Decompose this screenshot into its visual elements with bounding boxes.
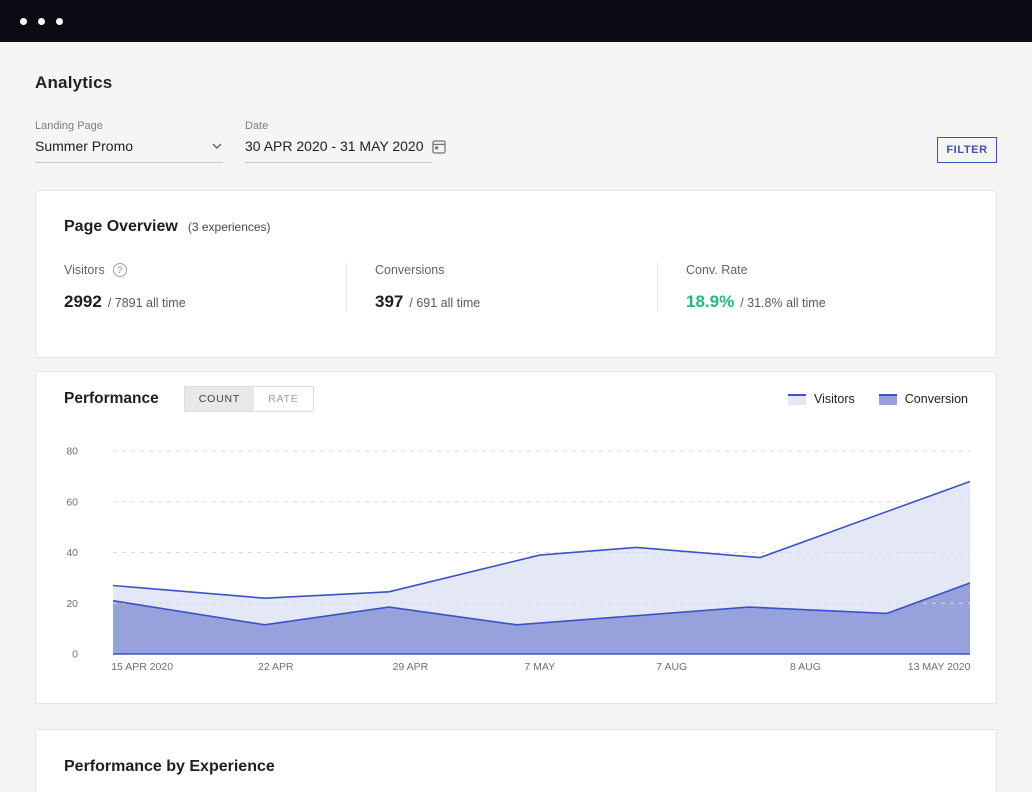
- metric-conversions-label: Conversions: [375, 263, 444, 277]
- legend-item-conversion[interactable]: Conversion: [879, 392, 968, 406]
- performance-by-experience-card: Performance by Experience: [35, 729, 997, 792]
- metric-conv-rate: Conv. Rate 18.9% / 31.8% all time: [657, 263, 968, 312]
- metric-visitors-alltime: / 7891 all time: [108, 296, 186, 310]
- performance-chart-area: 0 20 40 60 80 15 APR 2020 22 APR 29 APR 7 MAY 7 A…: [64, 438, 968, 678]
- svg-text:22 APR: 22 APR: [258, 661, 294, 673]
- svg-text:0: 0: [72, 649, 78, 661]
- count-rate-toggle: COUNT RATE: [184, 386, 314, 412]
- filter-bar: Landing Page Summer Promo Date 30 APR 20…: [35, 120, 997, 163]
- performance-header: Performance COUNT RATE Visitors Conversi…: [64, 386, 968, 412]
- performance-chart: 0 20 40 60 80 15 APR 2020 22 APR 29 APR 7 MAY 7 A…: [64, 438, 971, 678]
- date-range-input[interactable]: 30 APR 2020 - 31 MAY 2020: [245, 138, 432, 163]
- landing-page-field: Landing Page Summer Promo: [35, 120, 223, 163]
- metric-conv-rate-value: 18.9%: [686, 292, 734, 312]
- metric-conversions-alltime: / 691 all time: [409, 296, 480, 310]
- landing-page-label: Landing Page: [35, 120, 223, 132]
- legend-visitors-label: Visitors: [814, 392, 855, 406]
- landing-page-value: Summer Promo: [35, 138, 133, 154]
- svg-text:13 MAY 2020: 13 MAY 2020: [908, 661, 971, 673]
- legend-item-visitors[interactable]: Visitors: [788, 392, 855, 406]
- visitors-swatch-icon: [788, 394, 806, 405]
- experiences-count: (3 experiences): [188, 220, 271, 234]
- metric-visitors: Visitors ? 2992 / 7891 all time: [64, 263, 346, 312]
- date-label: Date: [245, 120, 432, 132]
- chevron-down-icon: [211, 142, 223, 150]
- chart-legend: Visitors Conversion: [764, 392, 968, 406]
- window-control-dot[interactable]: [56, 18, 63, 25]
- page-overview-title: Page Overview: [64, 218, 178, 236]
- calendar-icon[interactable]: [432, 139, 446, 154]
- svg-text:80: 80: [66, 446, 78, 458]
- legend-conversion-label: Conversion: [905, 392, 968, 406]
- performance-title: Performance: [64, 390, 159, 408]
- page-title: Analytics: [35, 73, 997, 93]
- svg-text:40: 40: [66, 547, 78, 559]
- help-icon[interactable]: ?: [113, 263, 127, 277]
- svg-text:29 APR: 29 APR: [393, 661, 429, 673]
- conversion-swatch-icon: [879, 394, 897, 405]
- landing-page-select[interactable]: Summer Promo: [35, 138, 223, 163]
- page-overview-card: Page Overview (3 experiences) Visitors ?…: [35, 190, 997, 358]
- performance-by-experience-title: Performance by Experience: [64, 758, 275, 775]
- performance-card: Performance COUNT RATE Visitors Conversi…: [35, 371, 997, 704]
- page-overview-header: Page Overview (3 experiences): [64, 218, 968, 236]
- metric-conv-rate-label: Conv. Rate: [686, 263, 748, 277]
- window-control-dot[interactable]: [38, 18, 45, 25]
- metric-conversions: Conversions 397 / 691 all time: [346, 263, 657, 312]
- metric-conv-rate-alltime: / 31.8% all time: [740, 296, 825, 310]
- filter-button[interactable]: FILTER: [937, 137, 997, 163]
- window-titlebar: [0, 0, 1032, 42]
- date-field: Date 30 APR 2020 - 31 MAY 2020: [245, 120, 432, 163]
- svg-text:60: 60: [66, 496, 78, 508]
- svg-text:7 AUG: 7 AUG: [656, 661, 687, 673]
- metric-conversions-value: 397: [375, 292, 403, 312]
- metric-visitors-value: 2992: [64, 292, 102, 312]
- svg-text:15 APR 2020: 15 APR 2020: [111, 661, 173, 673]
- svg-text:7 MAY: 7 MAY: [524, 661, 555, 673]
- svg-text:8 AUG: 8 AUG: [790, 661, 821, 673]
- toggle-count-button[interactable]: COUNT: [185, 387, 254, 411]
- date-range-value: 30 APR 2020 - 31 MAY 2020: [245, 138, 424, 154]
- window-control-dot[interactable]: [20, 18, 27, 25]
- metric-visitors-label: Visitors: [64, 263, 105, 277]
- metrics-row: Visitors ? 2992 / 7891 all time Conversi…: [64, 263, 968, 312]
- main-content: Analytics Landing Page Summer Promo Date…: [0, 73, 1032, 792]
- svg-text:20: 20: [66, 598, 78, 610]
- toggle-rate-button[interactable]: RATE: [254, 387, 312, 411]
